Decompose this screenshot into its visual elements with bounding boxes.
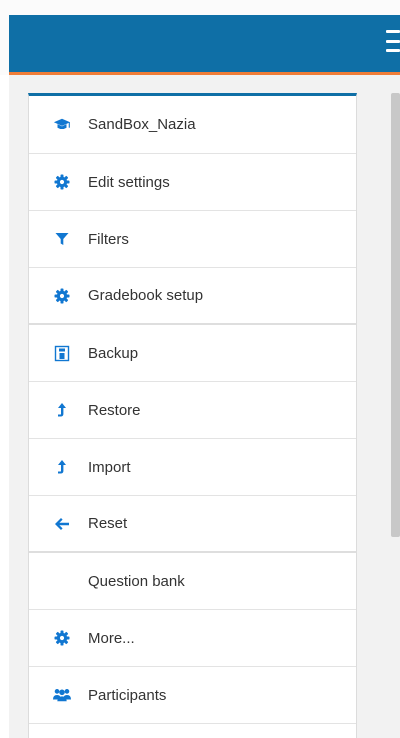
hamburger-menu-icon[interactable] xyxy=(386,30,400,52)
backup-file-icon xyxy=(53,344,71,362)
upload-arrow-icon xyxy=(53,458,71,476)
nav-item-import[interactable]: Import xyxy=(29,439,356,496)
upload-arrow-icon xyxy=(53,401,71,419)
top-navbar xyxy=(0,0,400,75)
nav-item-label: Participants xyxy=(88,686,167,704)
gear-icon xyxy=(53,287,71,305)
nav-item-edit-settings[interactable]: Edit settings xyxy=(29,154,356,211)
page-scrollbar[interactable] xyxy=(391,93,400,537)
nav-item-filters[interactable]: Filters xyxy=(29,211,356,268)
nav-item-label: Gradebook setup xyxy=(88,287,204,304)
graduation-cap-icon xyxy=(53,116,71,134)
navbar-band xyxy=(9,15,400,72)
nav-item-label: Edit settings xyxy=(88,173,170,191)
nav-item-label: SandBox_Nazia xyxy=(88,116,196,133)
gear-icon xyxy=(53,629,71,647)
nav-item-more[interactable]: More... xyxy=(29,610,356,667)
nav-item-reset[interactable]: Reset xyxy=(29,496,356,553)
nav-item-question-bank[interactable]: Question bank xyxy=(29,553,356,610)
filter-icon xyxy=(53,230,71,248)
nav-item-backup[interactable]: Backup xyxy=(29,325,356,382)
nav-item-label: More... xyxy=(88,629,135,647)
nav-item-label: Question bank xyxy=(88,572,185,590)
users-icon xyxy=(53,686,71,704)
nav-item-label: Import xyxy=(88,458,131,476)
nav-item-label: Reset xyxy=(88,515,128,532)
nav-item-label: Filters xyxy=(88,230,129,248)
nav-item-label: Backup xyxy=(88,344,139,362)
nav-item-gradebook-setup[interactable]: Gradebook setup xyxy=(29,268,356,325)
course-navigation-drawer: SandBox_Nazia Edit settings Filters Grad… xyxy=(28,93,357,738)
nav-item-label: Restore xyxy=(88,401,141,419)
nav-item-participants[interactable]: Participants xyxy=(29,667,356,724)
arrow-left-icon xyxy=(53,515,71,533)
nav-item-sandbox-nazia[interactable]: SandBox_Nazia xyxy=(29,96,356,154)
nav-item-restore[interactable]: Restore xyxy=(29,382,356,439)
gear-icon xyxy=(53,173,71,191)
